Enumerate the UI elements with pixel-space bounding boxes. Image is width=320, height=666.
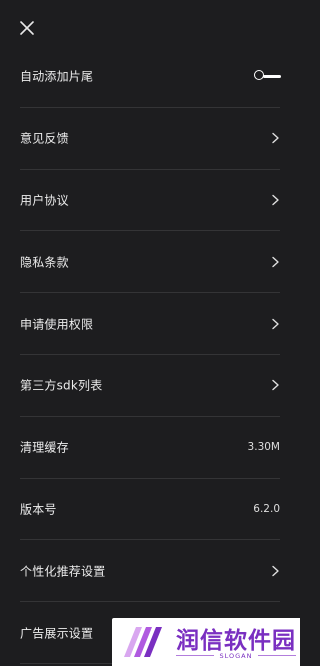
auto-add-ending-toggle[interactable]	[254, 69, 282, 83]
setting-row-auto-add-ending: 自动添加片尾	[20, 46, 282, 108]
chevron-right-icon	[268, 255, 282, 269]
setting-label: 版本号	[20, 502, 57, 517]
watermark-title: 润信软件园	[176, 628, 296, 654]
chevron-right-icon	[268, 193, 282, 207]
setting-label: 隐私条款	[20, 255, 69, 270]
toggle-track	[263, 75, 281, 78]
toggle-knob	[254, 70, 264, 81]
setting-row-permissions[interactable]: 申请使用权限	[20, 293, 280, 355]
watermark-banner: 润信软件园 SLOGAN	[112, 618, 300, 666]
setting-label: 自动添加片尾	[20, 69, 94, 84]
setting-row-third-party-sdk[interactable]: 第三方sdk列表	[20, 355, 280, 417]
setting-label: 用户协议	[20, 193, 69, 208]
settings-list: 自动添加片尾 意见反馈 用户协议 隐私条款 申请使用权限 第三方sdk列表 清理…	[0, 46, 300, 664]
watermark-divider-right	[258, 655, 296, 656]
setting-row-privacy-policy[interactable]: 隐私条款	[20, 231, 282, 294]
setting-row-personalized-recommend[interactable]: 个性化推荐设置	[20, 540, 282, 603]
chevron-right-icon	[268, 378, 282, 392]
setting-label: 意见反馈	[20, 131, 69, 146]
setting-label: 广告展示设置	[20, 626, 94, 641]
watermark-logo-icon	[122, 623, 164, 661]
chevron-right-icon	[268, 131, 282, 145]
watermark-slogan: SLOGAN	[219, 652, 253, 660]
setting-label: 清理缓存	[20, 440, 69, 455]
setting-row-feedback[interactable]: 意见反馈	[20, 108, 280, 170]
cache-size-value: 3.30M	[247, 441, 280, 454]
version-value: 6.2.0	[253, 502, 280, 515]
setting-label: 第三方sdk列表	[20, 378, 103, 393]
setting-row-user-agreement[interactable]: 用户协议	[20, 170, 280, 232]
setting-label: 申请使用权限	[20, 317, 94, 332]
chevron-right-icon	[268, 564, 282, 578]
close-icon	[20, 21, 34, 35]
chevron-right-icon	[268, 317, 282, 331]
setting-label: 个性化推荐设置	[20, 564, 106, 579]
close-button[interactable]	[15, 16, 39, 40]
setting-row-clear-cache[interactable]: 清理缓存 3.30M	[20, 417, 280, 479]
setting-row-version: 版本号 6.2.0	[20, 479, 280, 541]
